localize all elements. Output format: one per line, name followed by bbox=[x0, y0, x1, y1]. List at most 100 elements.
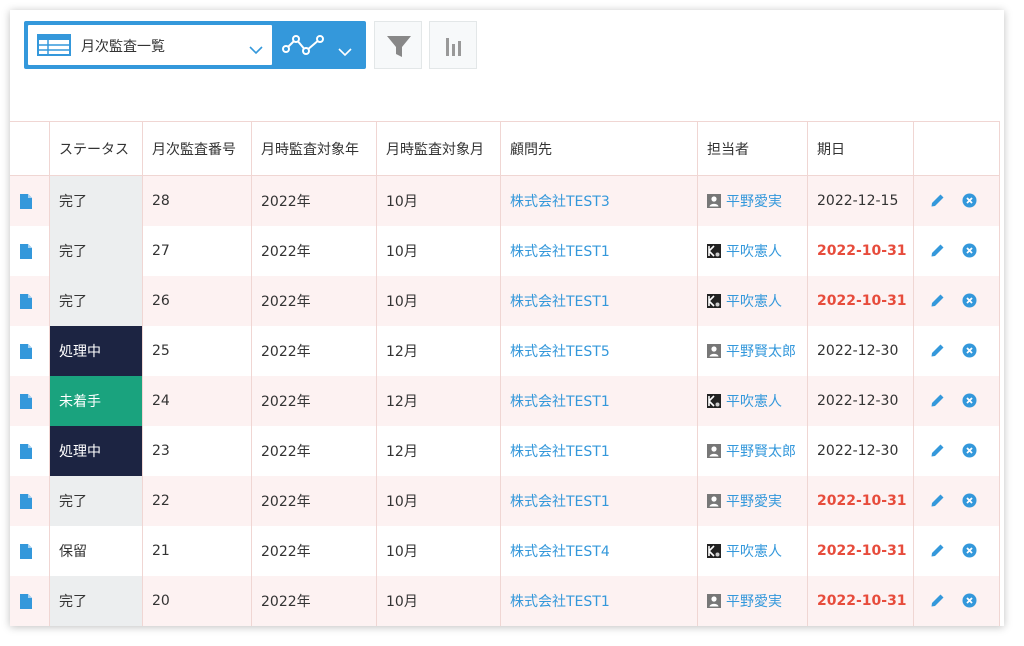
assignee-link[interactable]: 平野愛実 bbox=[726, 591, 782, 611]
header-target-year[interactable]: 月時監査対象年 bbox=[252, 122, 377, 175]
assignee-link[interactable]: 平吹憲人 bbox=[726, 541, 782, 561]
header-assignee[interactable]: 担当者 bbox=[698, 122, 808, 175]
user-avatar-icon bbox=[707, 294, 721, 308]
audit-number: 27 bbox=[143, 226, 252, 276]
status-badge: 処理中 bbox=[50, 426, 143, 476]
due-date: 2022-10-31 bbox=[808, 476, 914, 526]
header-audit-number[interactable]: 月次監査番号 bbox=[143, 122, 252, 175]
audit-number: 25 bbox=[143, 326, 252, 376]
edit-icon[interactable] bbox=[930, 343, 945, 358]
client-link[interactable]: 株式会社TEST1 bbox=[510, 591, 610, 611]
delete-icon[interactable] bbox=[962, 243, 977, 258]
record-list-card: 月次監査一覧 ステータス 月次監査番号 月時監査対象年 月時監査対象月 顧問先 … bbox=[10, 10, 1004, 626]
delete-icon[interactable] bbox=[962, 493, 977, 508]
table-row[interactable]: 完了 26 2022年 10月 株式会社TEST1 平吹憲人 2022-10-31 bbox=[10, 276, 1000, 326]
header-client[interactable]: 顧問先 bbox=[501, 122, 698, 175]
status-badge: 保留 bbox=[50, 526, 143, 576]
header-due-date[interactable]: 期日 bbox=[808, 122, 914, 175]
delete-icon[interactable] bbox=[962, 193, 977, 208]
client-link[interactable]: 株式会社TEST1 bbox=[510, 441, 610, 461]
table-row[interactable]: 処理中 25 2022年 12月 株式会社TEST5 平野賢太郎 2022-12-30 bbox=[10, 326, 1000, 376]
status-badge: 未着手 bbox=[50, 376, 143, 426]
record-detail-link[interactable] bbox=[10, 226, 50, 276]
user-avatar-icon bbox=[707, 544, 721, 558]
delete-icon[interactable] bbox=[962, 543, 977, 558]
client-link[interactable]: 株式会社TEST1 bbox=[510, 241, 610, 261]
document-icon bbox=[20, 493, 32, 509]
edit-icon[interactable] bbox=[930, 193, 945, 208]
edit-icon[interactable] bbox=[930, 293, 945, 308]
table-row[interactable]: 完了 22 2022年 10月 株式会社TEST1 平野愛実 2022-10-31 bbox=[10, 476, 1000, 526]
view-select[interactable]: 月次監査一覧 bbox=[28, 25, 272, 65]
due-date: 2022-12-30 bbox=[808, 326, 914, 376]
user-avatar-icon bbox=[707, 194, 721, 208]
target-year: 2022年 bbox=[252, 326, 377, 376]
bar-chart-icon bbox=[446, 38, 461, 56]
due-date: 2022-12-30 bbox=[808, 376, 914, 426]
target-month: 12月 bbox=[377, 426, 501, 476]
filter-button[interactable] bbox=[374, 21, 422, 69]
delete-icon[interactable] bbox=[962, 293, 977, 308]
chevron-down-icon[interactable] bbox=[338, 42, 352, 61]
table-row[interactable]: 完了 20 2022年 10月 株式会社TEST1 平野愛実 2022-10-31 bbox=[10, 576, 1000, 626]
table-row[interactable]: 完了 27 2022年 10月 株式会社TEST1 平吹憲人 2022-10-31 bbox=[10, 226, 1000, 276]
record-detail-link[interactable] bbox=[10, 326, 50, 376]
user-avatar-icon bbox=[707, 444, 721, 458]
client-link[interactable]: 株式会社TEST1 bbox=[510, 491, 610, 511]
assignee-link[interactable]: 平野賢太郎 bbox=[726, 341, 796, 361]
assignee-link[interactable]: 平野愛実 bbox=[726, 491, 782, 511]
target-year: 2022年 bbox=[252, 576, 377, 626]
user-avatar-icon bbox=[707, 494, 721, 508]
client-link[interactable]: 株式会社TEST1 bbox=[510, 291, 610, 311]
record-detail-link[interactable] bbox=[10, 276, 50, 326]
record-detail-link[interactable] bbox=[10, 426, 50, 476]
delete-icon[interactable] bbox=[962, 393, 977, 408]
table-row[interactable]: 保留 21 2022年 10月 株式会社TEST4 平吹憲人 2022-10-31 bbox=[10, 526, 1000, 576]
delete-icon[interactable] bbox=[962, 443, 977, 458]
status-badge: 完了 bbox=[50, 226, 143, 276]
graph-icon[interactable] bbox=[282, 33, 326, 61]
user-avatar-icon bbox=[707, 394, 721, 408]
edit-icon[interactable] bbox=[930, 593, 945, 608]
edit-icon[interactable] bbox=[930, 443, 945, 458]
target-month: 10月 bbox=[377, 226, 501, 276]
assignee-link[interactable]: 平野愛実 bbox=[726, 191, 782, 211]
status-badge: 完了 bbox=[50, 476, 143, 526]
status-badge: 処理中 bbox=[50, 326, 143, 376]
table-row[interactable]: 完了 28 2022年 10月 株式会社TEST3 平野愛実 2022-12-15 bbox=[10, 176, 1000, 226]
assignee-link[interactable]: 平野賢太郎 bbox=[726, 441, 796, 461]
record-detail-link[interactable] bbox=[10, 476, 50, 526]
assignee-link[interactable]: 平吹憲人 bbox=[726, 291, 782, 311]
graph-button[interactable] bbox=[429, 21, 477, 69]
edit-icon[interactable] bbox=[930, 493, 945, 508]
edit-icon[interactable] bbox=[930, 393, 945, 408]
target-month: 12月 bbox=[377, 326, 501, 376]
delete-icon[interactable] bbox=[962, 593, 977, 608]
edit-icon[interactable] bbox=[930, 243, 945, 258]
record-detail-link[interactable] bbox=[10, 526, 50, 576]
header-target-month[interactable]: 月時監査対象月 bbox=[377, 122, 501, 175]
document-icon bbox=[20, 193, 32, 209]
edit-icon[interactable] bbox=[930, 543, 945, 558]
target-month: 10月 bbox=[377, 526, 501, 576]
table-icon bbox=[37, 34, 71, 60]
client-link[interactable]: 株式会社TEST4 bbox=[510, 541, 610, 561]
assignee-link[interactable]: 平吹憲人 bbox=[726, 391, 782, 411]
table-row[interactable]: 処理中 23 2022年 12月 株式会社TEST1 平野賢太郎 2022-12-30 bbox=[10, 426, 1000, 476]
client-link[interactable]: 株式会社TEST5 bbox=[510, 341, 610, 361]
document-icon bbox=[20, 243, 32, 259]
header-status[interactable]: ステータス bbox=[50, 122, 143, 175]
record-detail-link[interactable] bbox=[10, 576, 50, 626]
record-detail-link[interactable] bbox=[10, 376, 50, 426]
table-row[interactable]: 未着手 24 2022年 12月 株式会社TEST1 平吹憲人 2022-12-30 bbox=[10, 376, 1000, 426]
delete-icon[interactable] bbox=[962, 343, 977, 358]
client-link[interactable]: 株式会社TEST3 bbox=[510, 191, 610, 211]
target-year: 2022年 bbox=[252, 376, 377, 426]
assignee-link[interactable]: 平吹憲人 bbox=[726, 241, 782, 261]
view-name: 月次監査一覧 bbox=[81, 39, 165, 55]
client-link[interactable]: 株式会社TEST1 bbox=[510, 391, 610, 411]
target-year: 2022年 bbox=[252, 176, 377, 226]
chevron-down-icon bbox=[249, 40, 263, 59]
header-spacer bbox=[10, 122, 50, 175]
record-detail-link[interactable] bbox=[10, 176, 50, 226]
